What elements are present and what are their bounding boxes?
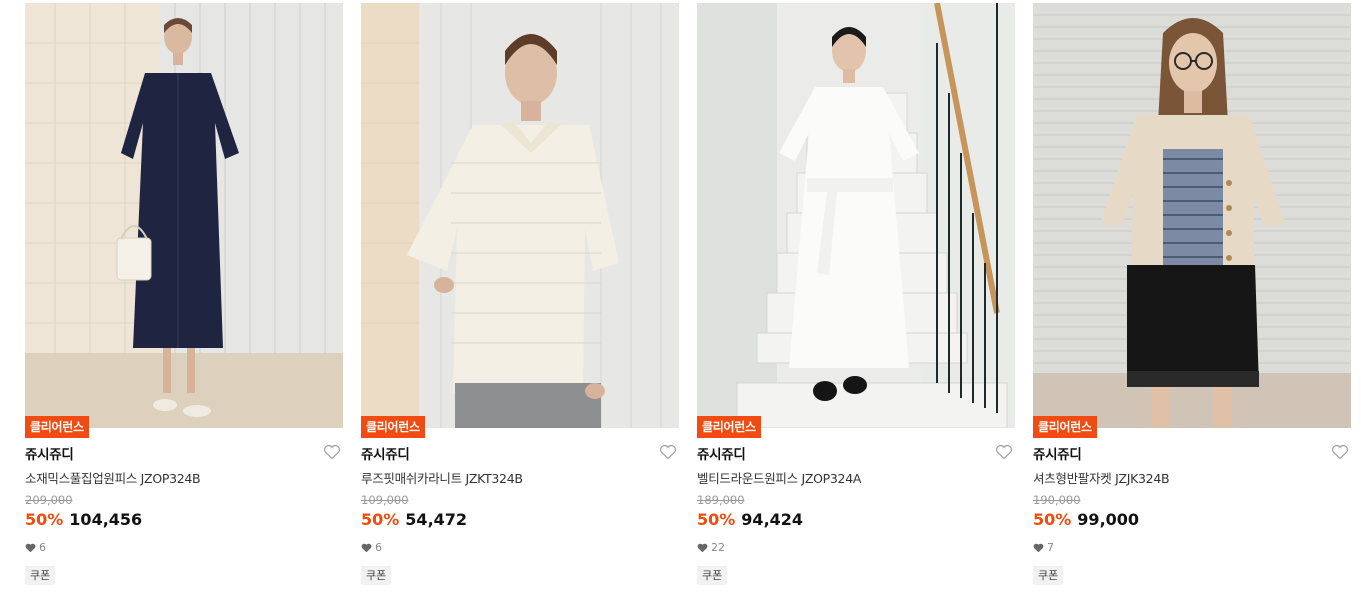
coupon-tag: 쿠폰 — [361, 566, 392, 585]
sale-price: 104,456 — [69, 510, 143, 529]
discount-rate: 50% — [361, 510, 400, 529]
price-row: 50% 99,000 — [1033, 510, 1139, 530]
brand-name[interactable]: 쥬시쥬디 — [697, 443, 746, 463]
product-card[interactable]: 클리어런스 쥬시쥬디 벨티드라운드원피스 JZOP324A 189,000 50… — [697, 3, 1015, 592]
product-name[interactable]: 루즈핏매쉬카라니트 JZKT324B — [361, 468, 523, 487]
product-image[interactable] — [361, 3, 679, 428]
original-price: 109,000 — [361, 493, 409, 507]
original-price: 190,000 — [1033, 493, 1081, 507]
price-row: 50% 94,424 — [697, 510, 803, 530]
like-count-value: 6 — [39, 541, 46, 554]
coupon-tag: 쿠폰 — [25, 566, 56, 585]
heart-filled-icon — [25, 543, 36, 552]
product-card[interactable]: 클리어런스 쥬시쥬디 셔츠형반팔자켓 JZJK324B 190,000 50% 9… — [1033, 3, 1351, 592]
wishlist-heart-icon[interactable] — [323, 444, 341, 460]
clearance-badge: 클리어런스 — [1033, 416, 1097, 438]
model-photo-white-belted-dress — [697, 3, 1015, 428]
product-name[interactable]: 셔츠형반팔자켓 JZJK324B — [1033, 468, 1170, 487]
like-count-value: 22 — [711, 541, 725, 554]
like-count: 6 — [25, 541, 46, 554]
product-name[interactable]: 벨티드라운드원피스 JZOP324A — [697, 468, 861, 487]
coupon-tag: 쿠폰 — [697, 566, 728, 585]
product-image[interactable] — [1033, 3, 1351, 428]
discount-rate: 50% — [697, 510, 736, 529]
discount-rate: 50% — [1033, 510, 1072, 529]
clearance-badge: 클리어런스 — [25, 416, 89, 438]
discount-rate: 50% — [25, 510, 64, 529]
model-photo-mesh-collar-knit — [361, 3, 679, 428]
product-card[interactable]: 클리어런스 쥬시쥬디 소재믹스풀집업원피스 JZOP324B 209,000 5… — [25, 3, 343, 592]
brand-name[interactable]: 쥬시쥬디 — [1033, 443, 1082, 463]
product-name[interactable]: 소재믹스풀집업원피스 JZOP324B — [25, 468, 201, 487]
model-photo-navy-zip-dress — [25, 3, 343, 428]
price-row: 50% 104,456 — [25, 510, 142, 530]
like-count-value: 7 — [1047, 541, 1054, 554]
clearance-badge: 클리어런스 — [697, 416, 761, 438]
product-image[interactable] — [25, 3, 343, 428]
wishlist-heart-icon[interactable] — [995, 444, 1013, 460]
heart-filled-icon — [697, 543, 708, 552]
original-price: 209,000 — [25, 493, 73, 507]
product-card[interactable]: 클리어런스 쥬시쥬디 루즈핏매쉬카라니트 JZKT324B 109,000 50… — [361, 3, 679, 592]
model-photo-beige-short-sleeve-jacket — [1033, 3, 1351, 428]
product-image[interactable] — [697, 3, 1015, 428]
brand-name[interactable]: 쥬시쥬디 — [25, 443, 74, 463]
like-count: 6 — [361, 541, 382, 554]
original-price: 189,000 — [697, 493, 745, 507]
sale-price: 94,424 — [741, 510, 804, 529]
clearance-badge: 클리어런스 — [361, 416, 425, 438]
brand-name[interactable]: 쥬시쥬디 — [361, 443, 410, 463]
like-count: 7 — [1033, 541, 1054, 554]
heart-filled-icon — [361, 543, 372, 552]
wishlist-heart-icon[interactable] — [1331, 444, 1349, 460]
like-count-value: 6 — [375, 541, 382, 554]
wishlist-heart-icon[interactable] — [659, 444, 677, 460]
sale-price: 99,000 — [1077, 510, 1140, 529]
coupon-tag: 쿠폰 — [1033, 566, 1064, 585]
like-count: 22 — [697, 541, 725, 554]
heart-filled-icon — [1033, 543, 1044, 552]
product-grid: 클리어런스 쥬시쥬디 소재믹스풀집업원피스 JZOP324B 209,000 5… — [0, 0, 1361, 592]
price-row: 50% 54,472 — [361, 510, 467, 530]
sale-price: 54,472 — [405, 510, 468, 529]
